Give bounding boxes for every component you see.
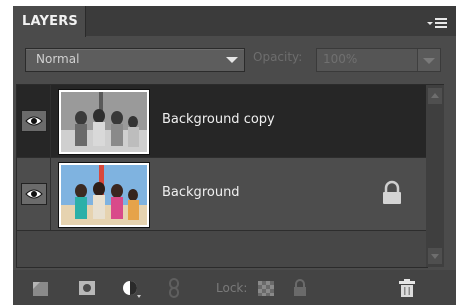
chevron-down-icon [226, 57, 238, 63]
visibility-toggle[interactable] [21, 183, 47, 205]
trash-icon[interactable] [397, 278, 417, 298]
bottom-toolbar: Lock: [13, 270, 456, 305]
layers-list: Background copy Background [16, 84, 428, 268]
layer-name: Background copy [162, 112, 275, 127]
mask-icon[interactable] [77, 278, 97, 298]
layer-name: Background [162, 185, 240, 200]
lock-icon [383, 180, 401, 204]
layers-scrollbar[interactable] [426, 84, 444, 267]
blend-mode-select[interactable]: Normal [25, 48, 245, 72]
eye-icon [25, 116, 43, 126]
layer-row-background-copy[interactable]: Background copy [17, 85, 427, 158]
new-layer-icon[interactable] [31, 278, 51, 298]
tab-label: LAYERS [22, 14, 78, 29]
blend-opacity-row: Normal Opacity: 100% [13, 37, 456, 84]
tab-layers[interactable]: LAYERS [13, 6, 86, 37]
scroll-up-button[interactable] [428, 88, 442, 104]
scroll-down-icon [431, 254, 439, 259]
blend-mode-value: Normal [36, 52, 80, 66]
lock-all-icon[interactable] [290, 278, 310, 298]
opacity-dropdown-button[interactable] [417, 49, 440, 71]
panel-menu-icon[interactable] [427, 15, 449, 28]
opacity-label: Opacity: [253, 50, 303, 64]
scroll-up-icon [431, 93, 439, 98]
chevron-down-icon [423, 58, 435, 64]
visibility-cell [17, 85, 51, 157]
lock-transparent-icon[interactable] [256, 278, 276, 298]
opacity-value: 100% [323, 52, 358, 66]
adjustment-layer-icon[interactable] [121, 278, 141, 298]
eye-icon [25, 189, 43, 199]
layers-panel: LAYERS Normal Opacity: 100% Background c… [13, 6, 456, 305]
layer-row-background[interactable]: Background [17, 158, 427, 231]
visibility-cell [17, 158, 51, 230]
opacity-field[interactable]: 100% [316, 48, 441, 72]
link-icon [169, 278, 179, 298]
panel-titlebar: LAYERS [13, 6, 456, 37]
layer-thumbnail [58, 162, 150, 228]
layer-thumbnail [58, 89, 150, 155]
lock-label: Lock: [216, 281, 248, 295]
scroll-down-button[interactable] [428, 248, 442, 264]
visibility-toggle[interactable] [21, 110, 47, 132]
